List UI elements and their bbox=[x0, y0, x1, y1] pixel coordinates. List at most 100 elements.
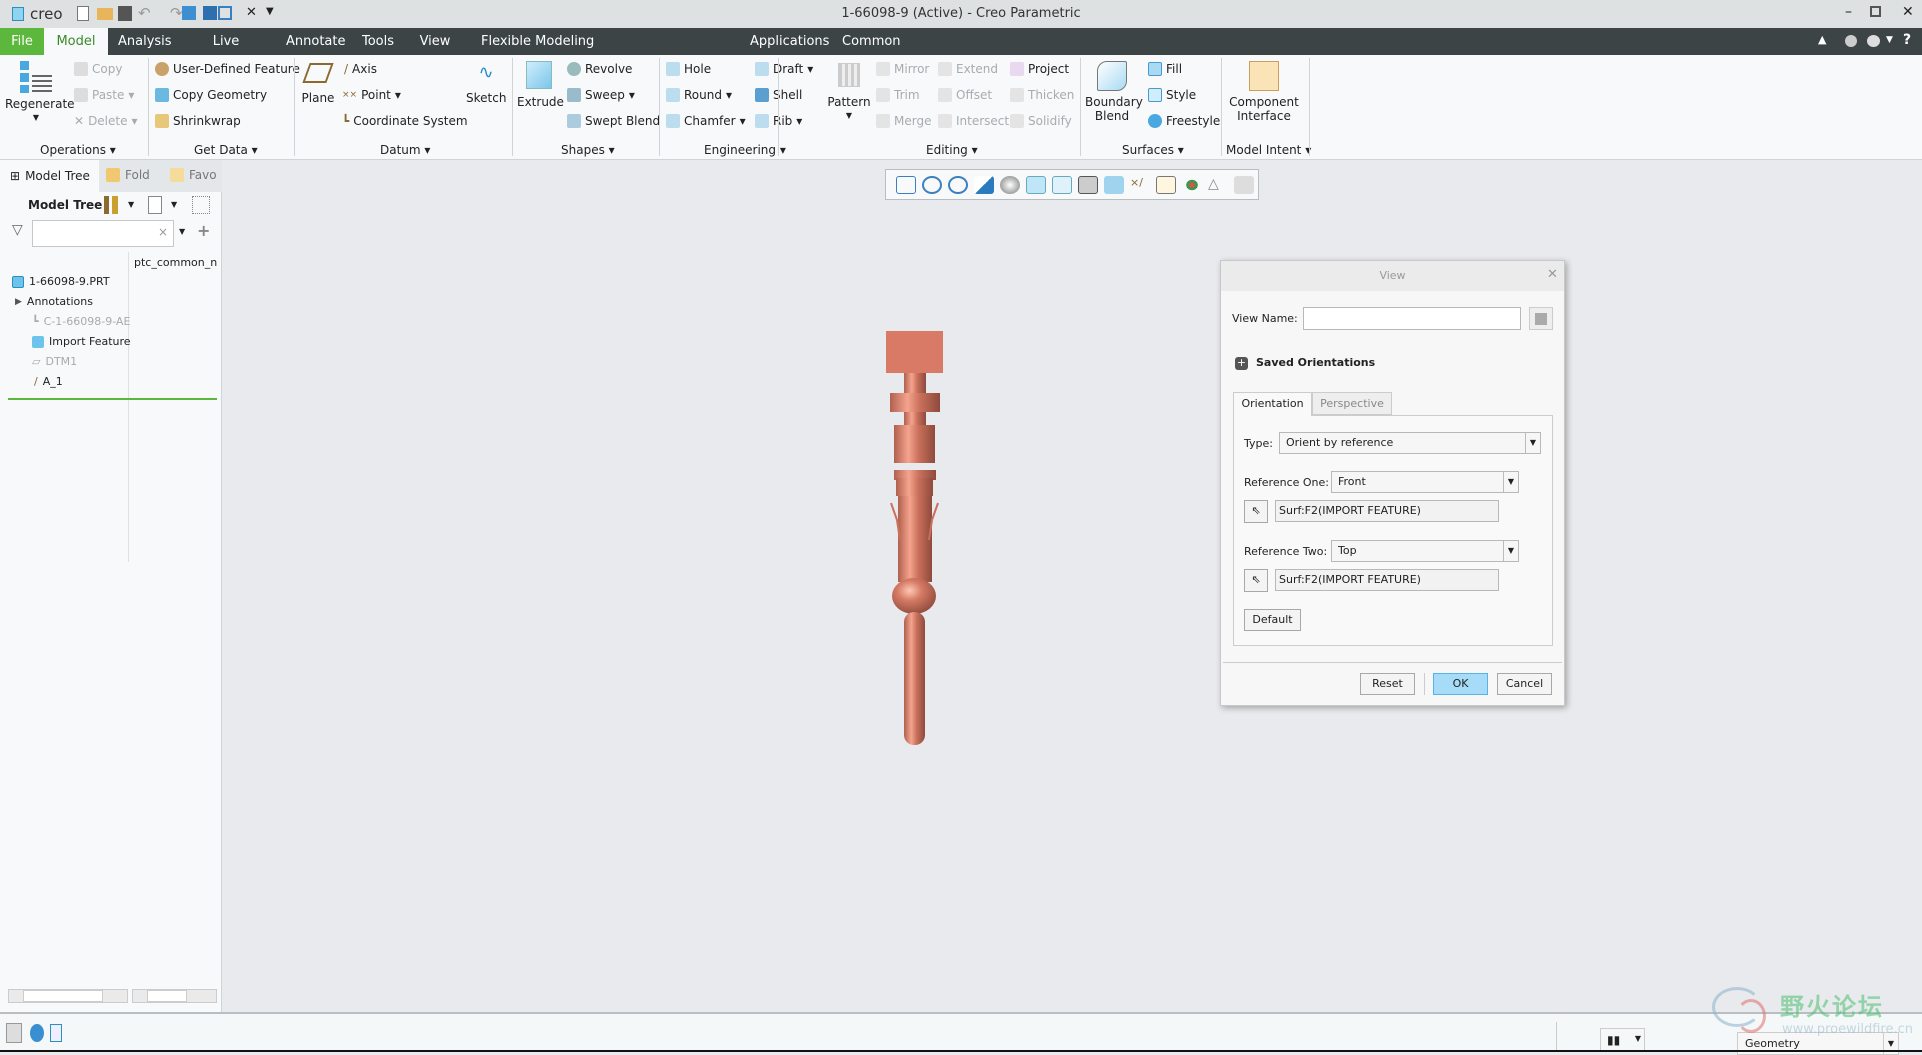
settings-tools-icon[interactable] bbox=[104, 196, 118, 214]
point-button[interactable]: ×× Point ▾ bbox=[342, 88, 401, 102]
group-shapes[interactable]: Shapes ▾ bbox=[561, 143, 615, 157]
solidify-button[interactable]: Solidify bbox=[1010, 114, 1072, 128]
show-list-icon[interactable] bbox=[148, 196, 162, 214]
reference-two-surface-field[interactable]: Surf:F2(IMPORT FEATURE) bbox=[1275, 569, 1499, 591]
coordinate-system-button[interactable]: ┗ Coordinate System bbox=[342, 114, 468, 128]
copy-button[interactable]: Copy bbox=[74, 62, 122, 76]
tree-item-a1[interactable]: / A_1 bbox=[34, 375, 63, 388]
shrinkwrap-button[interactable]: Shrinkwrap bbox=[155, 114, 241, 128]
horizontal-scrollbar[interactable] bbox=[8, 989, 128, 1003]
tab-annotate[interactable]: Annotate bbox=[286, 28, 345, 55]
fill-button[interactable]: Fill bbox=[1148, 62, 1182, 76]
column-header[interactable]: ptc_common_n bbox=[134, 256, 217, 269]
reference-two-select[interactable]: Top ▼ bbox=[1331, 540, 1519, 562]
plane-button[interactable]: Plane bbox=[300, 63, 336, 105]
tree-item-import-feature[interactable]: Import Feature bbox=[32, 335, 131, 348]
show-dropdown-icon[interactable]: ▼ bbox=[171, 200, 177, 209]
tab-orientation[interactable]: Orientation bbox=[1233, 392, 1312, 416]
toggle-fullscreen-icon[interactable] bbox=[50, 1024, 62, 1042]
saved-orientations-label[interactable]: Saved Orientations bbox=[1256, 356, 1375, 369]
group-surfaces[interactable]: Surfaces ▾ bbox=[1122, 143, 1184, 157]
group-operations[interactable]: Operations ▾ bbox=[40, 143, 116, 157]
draft-button[interactable]: Draft ▾ bbox=[755, 62, 813, 76]
toggle-navigator-icon[interactable] bbox=[6, 1023, 22, 1043]
learning-icon[interactable] bbox=[1867, 35, 1880, 47]
tab-flexible-modeling[interactable]: Flexible Modeling bbox=[474, 28, 726, 55]
help-icon[interactable]: ? bbox=[1903, 32, 1911, 48]
reference-one-select[interactable]: Front ▼ bbox=[1331, 471, 1519, 493]
zoom-out-icon[interactable] bbox=[948, 175, 968, 194]
group-editing[interactable]: Editing ▾ bbox=[926, 143, 978, 157]
component-interface-button[interactable]: Component Interface bbox=[1226, 61, 1302, 123]
user-defined-feature-button[interactable]: User-Defined Feature bbox=[155, 62, 300, 76]
round-button[interactable]: Round ▾ bbox=[666, 88, 732, 102]
appearance-icon[interactable] bbox=[1234, 175, 1254, 194]
style-button[interactable]: Style bbox=[1148, 88, 1196, 102]
thicken-button[interactable]: Thicken bbox=[1010, 88, 1074, 102]
save-icon[interactable] bbox=[118, 6, 132, 21]
hide-tree-items-icon[interactable] bbox=[192, 196, 210, 214]
customize-quick-access-icon[interactable]: ▼ bbox=[266, 6, 274, 17]
part-model[interactable] bbox=[860, 320, 970, 750]
model-tree-search-input[interactable] bbox=[32, 220, 174, 247]
freestyle-button[interactable]: Freestyle bbox=[1148, 114, 1220, 128]
trim-button[interactable]: Trim bbox=[876, 88, 920, 102]
undo-icon[interactable]: ↶ bbox=[138, 4, 151, 22]
merge-button[interactable]: Merge bbox=[876, 114, 931, 128]
new-file-icon[interactable] bbox=[77, 6, 89, 21]
axis-button[interactable]: / Axis bbox=[344, 62, 377, 76]
tree-item-part[interactable]: 1-66098-9.PRT bbox=[12, 275, 110, 288]
tab-view[interactable]: View bbox=[418, 28, 452, 55]
tab-model[interactable]: Model bbox=[44, 28, 108, 55]
settings-dropdown-icon[interactable]: ▼ bbox=[128, 200, 134, 209]
expand-arrow-icon[interactable]: ▶ bbox=[15, 297, 22, 307]
repaint-icon[interactable] bbox=[974, 175, 994, 194]
regenerate-quick-icon[interactable] bbox=[182, 6, 196, 20]
tab-file[interactable]: File bbox=[0, 28, 44, 55]
simulation-display-icon[interactable]: △ bbox=[1208, 176, 1228, 194]
sweep-button[interactable]: Sweep ▾ bbox=[567, 88, 635, 102]
find-button[interactable]: ▮▮ ▼ bbox=[1600, 1028, 1645, 1052]
close-icon[interactable]: ✕ bbox=[1902, 4, 1914, 20]
display-style-icon[interactable] bbox=[1000, 175, 1020, 194]
add-filter-icon[interactable]: + bbox=[197, 221, 210, 240]
tab-live-simulation[interactable]: Live Simulation bbox=[188, 28, 264, 76]
clear-search-icon[interactable]: × bbox=[158, 225, 168, 239]
horizontal-scrollbar-column[interactable] bbox=[132, 989, 217, 1003]
group-datum[interactable]: Datum ▾ bbox=[380, 143, 430, 157]
spin-center-icon[interactable] bbox=[1182, 175, 1202, 194]
chamfer-button[interactable]: Chamfer ▾ bbox=[666, 114, 746, 128]
tab-common[interactable]: Common bbox=[842, 28, 901, 55]
tree-item-dtm1[interactable]: ▱ DTM1 bbox=[32, 355, 77, 368]
tree-item-annotations[interactable]: ▶ Annotations bbox=[15, 295, 93, 308]
filter-icon[interactable]: ▽ bbox=[12, 222, 23, 238]
copy-geometry-button[interactable]: Copy Geometry bbox=[155, 88, 267, 102]
tab-analysis[interactable]: Analysis bbox=[118, 28, 172, 55]
tab-favorites[interactable]: Favo bbox=[170, 168, 217, 182]
tab-folder-browser[interactable]: Fold bbox=[106, 168, 150, 182]
view-manager-icon[interactable] bbox=[1078, 175, 1098, 194]
restore-icon[interactable] bbox=[1870, 6, 1881, 17]
minimize-icon[interactable]: – bbox=[1845, 4, 1852, 20]
open-file-icon[interactable] bbox=[97, 8, 113, 20]
intersect-button[interactable]: Intersect bbox=[938, 114, 1009, 128]
reference-two-pick-button[interactable]: ⇖ bbox=[1244, 569, 1268, 592]
reference-one-pick-button[interactable]: ⇖ bbox=[1244, 500, 1268, 523]
delete-button[interactable]: ✕ Delete ▾ bbox=[74, 114, 138, 128]
sketch-button[interactable]: ∿ Sketch bbox=[466, 63, 506, 106]
tab-tools[interactable]: Tools bbox=[360, 28, 396, 55]
reference-one-surface-field[interactable]: Surf:F2(IMPORT FEATURE) bbox=[1275, 500, 1499, 522]
windows-icon[interactable] bbox=[203, 6, 217, 20]
dialog-close-icon[interactable]: ✕ bbox=[1547, 267, 1558, 282]
perspective-view-icon[interactable] bbox=[1104, 175, 1124, 194]
view-name-input[interactable] bbox=[1303, 307, 1521, 330]
tab-perspective[interactable]: Perspective bbox=[1312, 392, 1392, 415]
switch-window-icon[interactable] bbox=[218, 6, 232, 20]
search-dropdown-icon[interactable]: ▼ bbox=[179, 227, 185, 236]
toggle-browser-icon[interactable] bbox=[30, 1024, 44, 1042]
swept-blend-button[interactable]: Swept Blend bbox=[567, 114, 660, 128]
learning-dropdown-icon[interactable]: ▼ bbox=[1886, 35, 1893, 45]
offset-button[interactable]: Offset bbox=[938, 88, 992, 102]
close-window-icon[interactable]: ✕ bbox=[246, 5, 257, 20]
tab-model-tree[interactable]: ⊞ Model Tree bbox=[0, 160, 99, 192]
